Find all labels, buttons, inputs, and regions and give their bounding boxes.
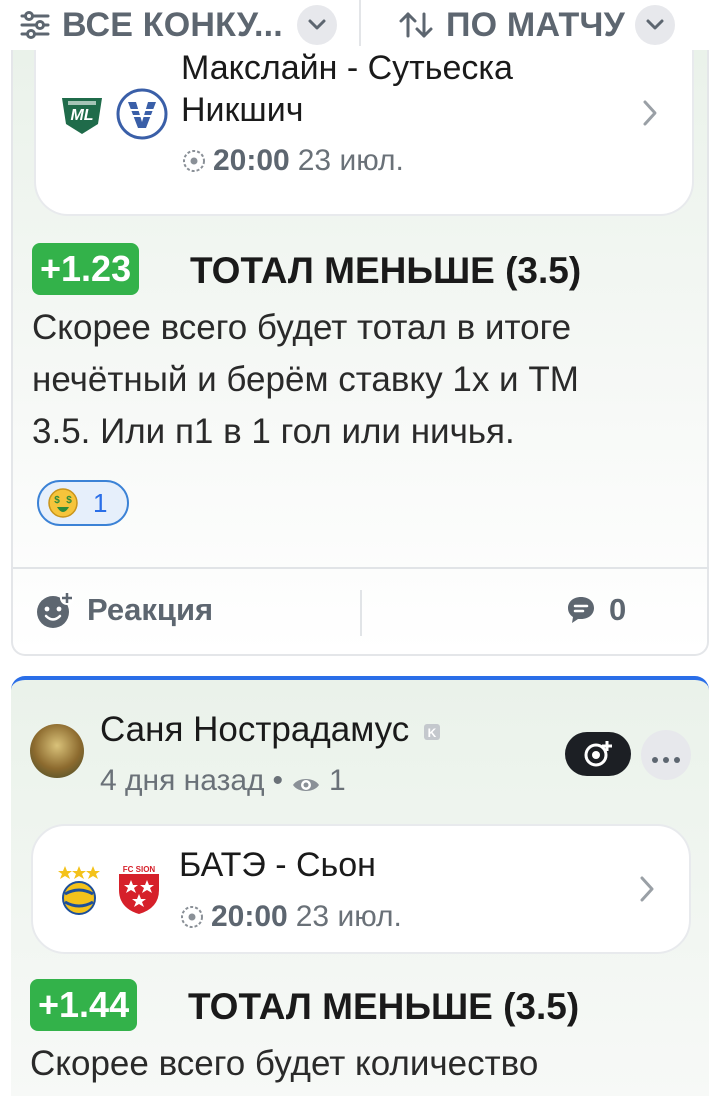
team-logo-away [116, 88, 168, 140]
actions-divider [360, 590, 362, 636]
prediction-card: ML Макслайн - Сутьеска Никшич 20:00 23 и… [11, 40, 709, 656]
comment-line: Скорее всего будет тотал в итоге [32, 308, 572, 347]
match-date-value: 23 июл. [295, 900, 402, 933]
comment-line: Скорее всего будет количество [30, 1044, 539, 1083]
reaction-button[interactable]: Реакция [35, 590, 213, 630]
add-reaction-icon [35, 590, 75, 630]
match-time: 20:00 23 июл. [179, 900, 402, 934]
money-face-emoji: $ $ [47, 487, 79, 519]
sort-filter[interactable]: ПО МАТЧУ [396, 0, 675, 50]
chevron-down-icon[interactable] [296, 5, 337, 45]
match-block[interactable]: FC SION БАТЭ - Сьон 20:00 23 июл. [31, 824, 691, 954]
team-logo-home: ML [58, 90, 106, 138]
prediction-card: Саня Нострадамус K 4 дня назад • 1 FC SI… [11, 676, 709, 1096]
soccer-ball-icon [179, 904, 205, 930]
sort-filter-label: ПО МАТЧУ [446, 5, 625, 44]
svg-text:$: $ [66, 495, 72, 506]
comment-line: нечётный и берём ставку 1х и ТМ [32, 360, 579, 399]
match-time-value: 20:00 [211, 900, 288, 933]
meta-dot: • [272, 764, 284, 797]
match-time: 20:00 23 июл. [181, 144, 404, 178]
bet-type: ТОТАЛ МЕНЬШЕ (3.5) [188, 986, 580, 1027]
post-time-ago: 4 дня назад [100, 764, 265, 797]
match-block[interactable]: ML Макслайн - Сутьеска Никшич 20:00 23 и… [34, 40, 694, 216]
comments-count: 0 [609, 592, 627, 627]
avatar[interactable] [30, 724, 84, 778]
comment-line: 3.5. Или п1 в 1 гол или ничья. [32, 412, 515, 451]
more-icon [651, 751, 681, 763]
filter-divider [359, 0, 361, 46]
sort-icon [396, 10, 436, 40]
competition-filter-label: ВСЕ КОНКУ... [62, 5, 283, 44]
svg-text:$: $ [54, 495, 60, 506]
reaction-count: 1 [93, 487, 108, 518]
subscribe-icon [583, 739, 613, 769]
team-logo-home [57, 864, 101, 916]
views-count: 1 [329, 764, 346, 797]
post-meta: 4 дня назад • 1 [100, 764, 346, 798]
match-date-value: 23 июл. [297, 144, 404, 177]
match-title-line1: Макслайн - Сутьеска [181, 49, 513, 87]
eye-icon [291, 770, 321, 792]
match-title: БАТЭ - Сьон [179, 846, 376, 884]
verified-badge-icon: K [423, 710, 441, 740]
odds-badge: +1.23 [32, 243, 140, 295]
chevron-right-icon [637, 874, 657, 909]
reaction-chip[interactable]: $ $ 1 [37, 480, 129, 526]
author-name-row[interactable]: Саня Нострадамус K [100, 710, 441, 750]
svg-text:FC SION: FC SION [123, 865, 156, 874]
comment-icon [565, 594, 597, 626]
reaction-button-label: Реакция [87, 592, 214, 627]
chevron-down-icon[interactable] [634, 5, 675, 45]
bet-type: ТОТАЛ МЕНЬШЕ (3.5) [190, 250, 582, 291]
match-title-line2: Никшич [181, 91, 304, 129]
more-button[interactable] [641, 730, 691, 780]
odds-badge: +1.44 [30, 979, 138, 1031]
soccer-ball-icon [181, 148, 207, 174]
comments-button[interactable]: 0 [565, 592, 626, 628]
svg-text:K: K [428, 726, 437, 740]
filter-icon [20, 11, 50, 39]
subscribe-button[interactable] [565, 732, 631, 776]
card-divider [13, 567, 709, 569]
match-time-value: 20:00 [213, 144, 290, 177]
svg-text:ML: ML [70, 107, 93, 124]
chevron-right-icon [640, 98, 660, 133]
competition-filter[interactable]: ВСЕ КОНКУ... [20, 0, 337, 50]
team-logo-away: FC SION [117, 860, 161, 916]
filter-bar: ВСЕ КОНКУ... ПО МАТЧУ [0, 0, 719, 50]
author-name: Саня Нострадамус [100, 710, 410, 749]
